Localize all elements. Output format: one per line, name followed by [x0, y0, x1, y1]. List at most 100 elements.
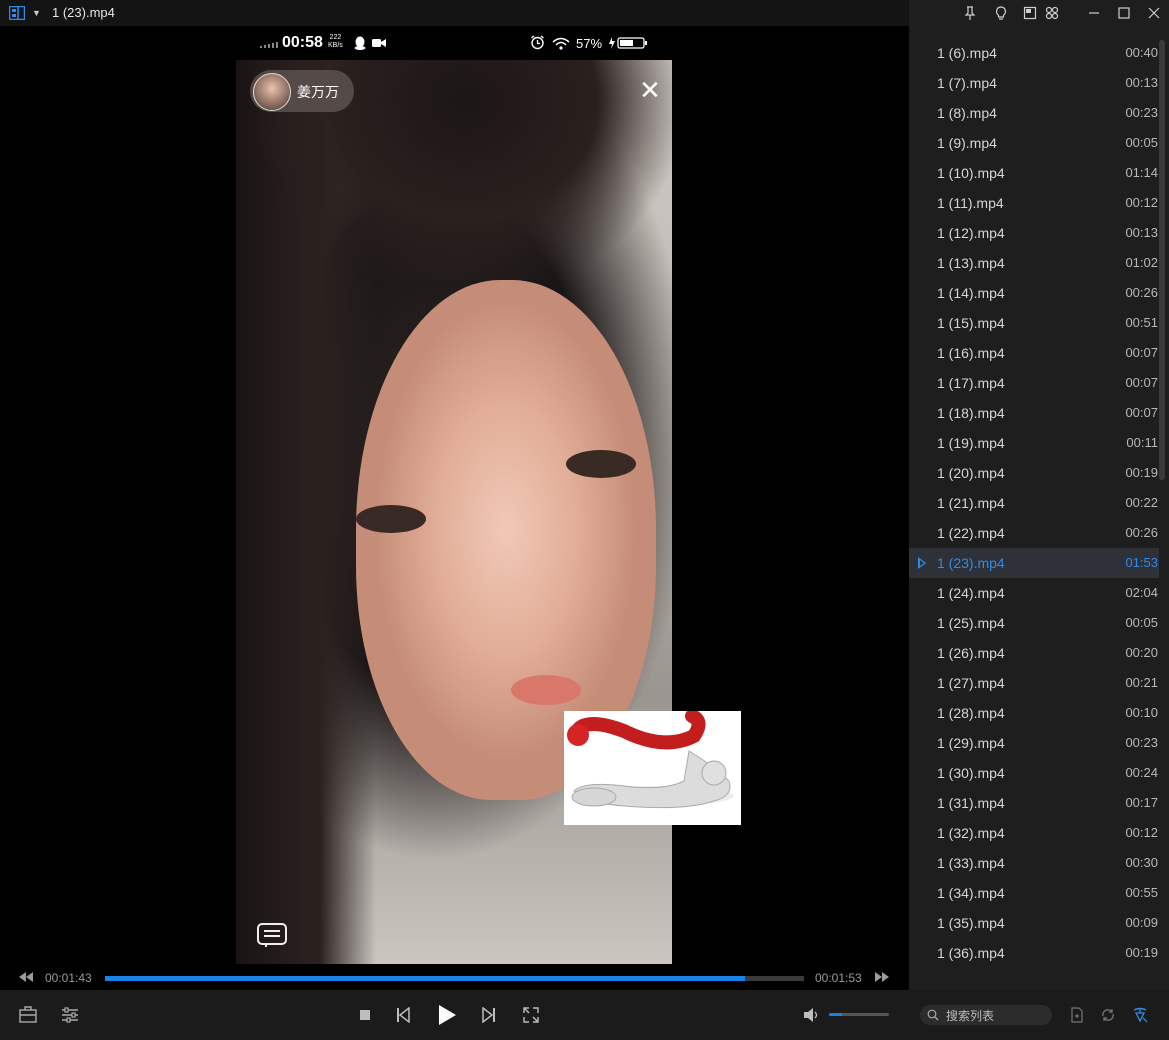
playlist-item-name: 1 (19).mp4 — [937, 435, 1005, 451]
playlist-item[interactable]: 1 (13).mp4 01:02 — [909, 248, 1159, 278]
playlist-item[interactable]: 1 (7).mp4 00:13 — [909, 68, 1159, 98]
playlist-item[interactable]: 1 (16).mp4 00:07 — [909, 338, 1159, 368]
control-bar — [0, 990, 909, 1040]
playlist-item-name: 1 (6).mp4 — [937, 45, 997, 61]
stream-close-icon[interactable]: ✕ — [636, 76, 664, 104]
playlist-item[interactable]: 1 (26).mp4 00:20 — [909, 638, 1159, 668]
rewind-icon[interactable] — [18, 971, 34, 983]
mini-window-icon[interactable] — [1022, 5, 1038, 21]
playlist-footer: 搜索列表 — [909, 990, 1169, 1040]
playlist-item[interactable]: 1 (6).mp4 00:40 — [909, 38, 1159, 68]
skin-icon[interactable] — [1044, 5, 1060, 21]
playlist-item[interactable]: 1 (25).mp4 00:05 — [909, 608, 1159, 638]
playlist-item-duration: 00:07 — [1125, 375, 1158, 390]
playlist-item[interactable]: 1 (14).mp4 00:26 — [909, 278, 1159, 308]
playlist-item-duration: 00:12 — [1125, 825, 1158, 840]
playlist-item[interactable]: 1 (12).mp4 00:13 — [909, 218, 1159, 248]
volume-icon[interactable] — [803, 1007, 819, 1023]
playlist-item[interactable]: 1 (18).mp4 00:07 — [909, 398, 1159, 428]
stop-icon[interactable] — [359, 1009, 371, 1021]
playlist-item[interactable]: 1 (9).mp4 00:05 — [909, 128, 1159, 158]
playlist-item[interactable]: 1 (19).mp4 00:11 — [909, 428, 1159, 458]
playlist-item-name: 1 (28).mp4 — [937, 705, 1005, 721]
playlist-item-name: 1 (34).mp4 — [937, 885, 1005, 901]
playlist-item-name: 1 (17).mp4 — [937, 375, 1005, 391]
playlist-item[interactable]: 1 (22).mp4 00:26 — [909, 518, 1159, 548]
pin-icon[interactable] — [962, 5, 978, 21]
playlist-item-duration: 00:23 — [1125, 735, 1158, 750]
previous-icon[interactable] — [396, 1007, 410, 1023]
playlist-item[interactable]: 1 (34).mp4 00:55 — [909, 878, 1159, 908]
video-frame[interactable]: 姜万万 ✕ — [236, 60, 672, 968]
progress-bar[interactable] — [105, 976, 804, 981]
caster-chip[interactable]: 姜万万 — [250, 70, 354, 112]
playlist-item-duration: 00:19 — [1125, 945, 1158, 960]
chat-icon[interactable] — [256, 922, 288, 948]
title-bar-controls — [909, 0, 1169, 26]
search-placeholder: 搜索列表 — [946, 1009, 995, 1023]
playlist-item[interactable]: 1 (24).mp4 02:04 — [909, 578, 1159, 608]
playlist-item-name: 1 (16).mp4 — [937, 345, 1005, 361]
maximize-icon[interactable] — [1116, 5, 1132, 21]
playlist-item[interactable]: 1 (20).mp4 00:19 — [909, 458, 1159, 488]
loop-icon[interactable] — [1100, 1007, 1116, 1023]
playlist-item-name: 1 (35).mp4 — [937, 915, 1005, 931]
bulb-icon[interactable] — [993, 5, 1009, 21]
progress-fill — [105, 976, 745, 981]
playlist-item[interactable]: 1 (29).mp4 00:23 — [909, 728, 1159, 758]
playlist-item[interactable]: 1 (36).mp4 00:19 — [909, 938, 1159, 968]
fullscreen-icon[interactable] — [523, 1007, 539, 1023]
playlist-item[interactable]: 1 (28).mp4 00:10 — [909, 698, 1159, 728]
playlist-item[interactable]: 1 (8).mp4 00:23 — [909, 98, 1159, 128]
title-bar: ▼ 1 (23).mp4 — [0, 0, 909, 26]
playlist-item[interactable]: 1 (17).mp4 00:07 — [909, 368, 1159, 398]
playlist-item-duration: 00:09 — [1125, 915, 1158, 930]
playlist-item-duration: 00:13 — [1125, 225, 1158, 240]
playlist-scrollbar[interactable] — [1159, 40, 1165, 480]
playlist-item-name: 1 (12).mp4 — [937, 225, 1005, 241]
avatar[interactable] — [253, 73, 291, 111]
playlist-item-name: 1 (33).mp4 — [937, 855, 1005, 871]
add-file-icon[interactable] — [1070, 1007, 1084, 1023]
playlist-item-name: 1 (32).mp4 — [937, 825, 1005, 841]
volume-slider[interactable] — [829, 1013, 889, 1016]
playlist-item[interactable]: 1 (31).mp4 00:17 — [909, 788, 1159, 818]
playlist-item-name: 1 (23).mp4 — [937, 555, 1005, 571]
playlist-item[interactable]: 1 (11).mp4 00:12 — [909, 188, 1159, 218]
playlist-item-duration: 00:55 — [1125, 885, 1158, 900]
playlist-item-duration: 00:05 — [1125, 135, 1158, 150]
minimize-icon[interactable] — [1086, 5, 1102, 21]
search-icon — [927, 1009, 939, 1021]
network-speed-unit: KB/s — [328, 42, 343, 49]
playlist-item-duration: 01:02 — [1125, 255, 1158, 270]
app-logo-icon[interactable] — [9, 6, 25, 20]
search-input[interactable]: 搜索列表 — [920, 1005, 1052, 1025]
playlist-item[interactable]: 1 (23).mp4 01:53 — [909, 548, 1159, 578]
next-icon[interactable] — [482, 1007, 496, 1023]
playlist-item-name: 1 (8).mp4 — [937, 105, 997, 121]
playlist-item-name: 1 (27).mp4 — [937, 675, 1005, 691]
clean-list-icon[interactable] — [1132, 1006, 1148, 1023]
playlist-item-name: 1 (26).mp4 — [937, 645, 1005, 661]
phone-status-bar: 00:58 222 KB/s 57% — [236, 29, 672, 57]
playlist-item[interactable]: 1 (33).mp4 00:30 — [909, 848, 1159, 878]
playlist-item-name: 1 (29).mp4 — [937, 735, 1005, 751]
playlist-panel[interactable]: 1 (6).mp4 00:40 1 (7).mp4 00:13 1 (8).mp4 00:… — [909, 26, 1169, 990]
playlist-item[interactable]: 1 (30).mp4 00:24 — [909, 758, 1159, 788]
toolbox-icon[interactable] — [19, 1006, 37, 1023]
playlist-item[interactable]: 1 (21).mp4 00:22 — [909, 488, 1159, 518]
settings-sliders-icon[interactable] — [61, 1007, 79, 1023]
playlist-item[interactable]: 1 (32).mp4 00:12 — [909, 818, 1159, 848]
playlist-item[interactable]: 1 (15).mp4 00:51 — [909, 308, 1159, 338]
playlist-item[interactable]: 1 (10).mp4 01:14 — [909, 158, 1159, 188]
volume-fill — [829, 1013, 843, 1016]
close-icon[interactable] — [1146, 5, 1162, 21]
playlist-item-duration: 00:19 — [1125, 465, 1158, 480]
wifi-icon — [552, 37, 570, 50]
playlist-item[interactable]: 1 (27).mp4 00:21 — [909, 668, 1159, 698]
play-icon[interactable] — [436, 1003, 458, 1027]
playlist-item[interactable]: 1 (35).mp4 00:09 — [909, 908, 1159, 938]
menu-dropdown-icon[interactable]: ▼ — [32, 8, 42, 18]
fast-forward-icon[interactable] — [874, 971, 890, 983]
caster-name: 姜万万 — [297, 84, 339, 100]
